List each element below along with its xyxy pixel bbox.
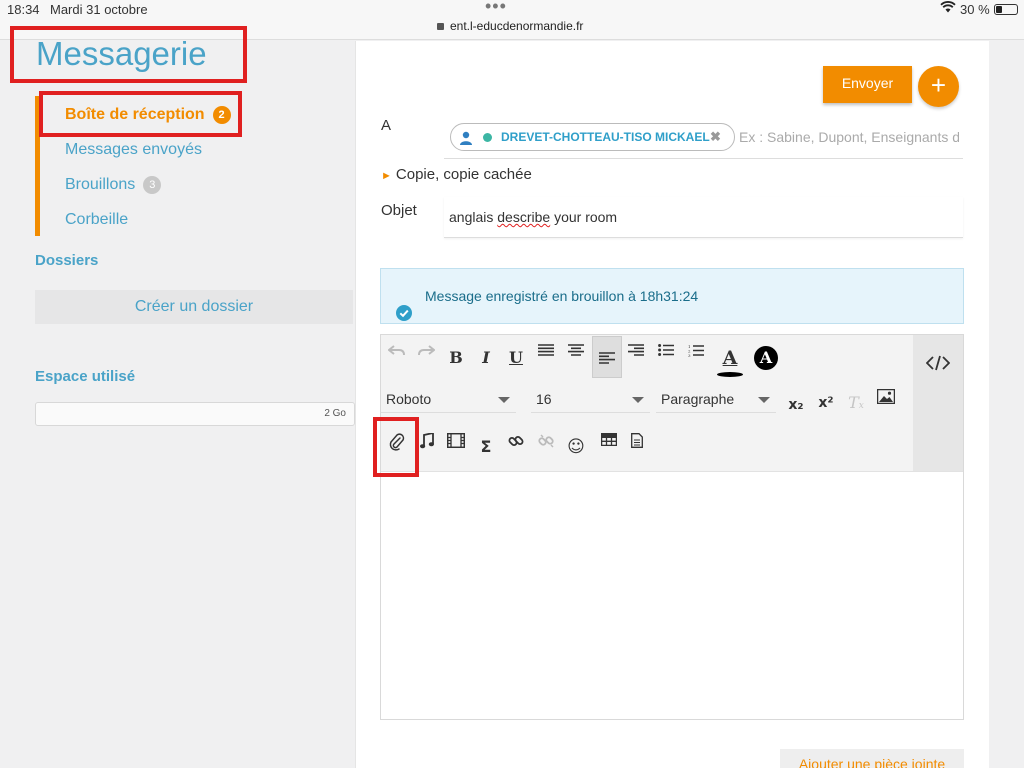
storage-total: 2 Go — [324, 408, 346, 419]
check-circle-icon — [396, 289, 412, 321]
undo-icon[interactable] — [384, 344, 410, 372]
multitask-dots-icon[interactable]: ••• — [485, 0, 507, 17]
remove-recipient-icon[interactable]: ✖ — [710, 124, 721, 150]
add-attachment-button[interactable]: Ajouter une pièce jointe — [780, 749, 964, 768]
subject-field[interactable]: anglais describe your room — [444, 197, 963, 238]
subscript-button[interactable]: x₂ — [783, 391, 809, 419]
toolbar-side-panel — [913, 335, 963, 471]
storage-usage-bar: 2 Go — [35, 402, 355, 426]
italic-button[interactable]: I — [473, 344, 499, 372]
new-message-button[interactable]: + — [918, 66, 959, 107]
draft-saved-notice: Message enregistré en brouillon à 18h31:… — [380, 268, 964, 324]
chevron-down-icon — [758, 397, 770, 403]
clock: 18:34 — [7, 2, 40, 17]
draft-saved-text: Message enregistré en brouillon à 18h31:… — [425, 288, 699, 304]
table-icon[interactable] — [596, 433, 622, 461]
align-right-icon[interactable] — [623, 344, 649, 372]
text-color-icon[interactable]: A — [717, 344, 743, 377]
source-code-icon[interactable] — [925, 355, 951, 383]
svg-text:3: 3 — [688, 353, 691, 358]
to-label: A — [381, 117, 392, 134]
block-format-select[interactable]: Paragraphe — [656, 387, 776, 413]
lock-icon — [437, 23, 444, 30]
clear-formatting-icon[interactable]: Tx — [843, 389, 869, 417]
cc-bcc-label: Copie, copie cachée — [395, 166, 532, 183]
align-left-icon[interactable] — [592, 336, 622, 378]
unlink-icon[interactable] — [533, 433, 559, 461]
emoji-icon[interactable]: ☺ — [563, 433, 589, 461]
sidebar-item-label: Corbeille — [65, 211, 129, 228]
recipient-name: DREVET-CHOTTEAU-TISO MICKAEL — [501, 130, 710, 144]
create-folder-button[interactable]: Créer un dossier — [35, 290, 353, 324]
chevron-down-icon — [632, 397, 644, 403]
font-size-value: 16 — [536, 391, 552, 407]
cc-bcc-toggle[interactable]: ► Copie, copie cachée — [381, 166, 532, 183]
subject-label: Objet — [381, 202, 417, 219]
date: Mardi 31 octobre — [50, 2, 148, 17]
battery-percent: 30 % — [960, 2, 990, 17]
sidebar-item-label: Brouillons — [65, 176, 136, 193]
storage-heading: Espace utilisé — [35, 368, 136, 385]
sidebar-item-sent[interactable]: Messages envoyés — [65, 141, 202, 159]
rich-text-editor: B I U 123 A A Roboto 16 Paragraphe x₂ x²… — [380, 334, 964, 720]
align-justify-icon[interactable] — [533, 344, 559, 372]
clear-x: x — [858, 401, 864, 411]
to-field-underline — [444, 158, 963, 159]
url-bar[interactable]: ent.l-educdenormandie.fr — [437, 19, 583, 33]
sidebar-item-drafts[interactable]: Brouillons 3 — [65, 176, 162, 194]
link-icon[interactable] — [503, 433, 529, 461]
bold-button[interactable]: B — [443, 344, 469, 372]
highlight-box-title — [10, 26, 247, 83]
user-icon — [458, 129, 474, 145]
font-family-value: Roboto — [386, 391, 432, 407]
font-size-select[interactable]: 16 — [531, 387, 650, 413]
color-swatch — [717, 372, 743, 377]
text-color-letter: A — [722, 347, 738, 369]
battery-level — [996, 6, 1002, 13]
subject-text: your room — [550, 209, 618, 225]
align-center-icon[interactable] — [563, 344, 589, 372]
recipient-search-input[interactable] — [739, 127, 959, 147]
font-family-select[interactable]: Roboto — [381, 387, 516, 413]
battery-icon — [994, 4, 1018, 15]
block-format-value: Paragraphe — [661, 391, 735, 407]
online-status-dot — [483, 133, 492, 142]
underline-button[interactable]: U — [503, 344, 529, 372]
background-color-icon[interactable]: A — [753, 344, 779, 372]
redo-icon[interactable] — [413, 344, 439, 372]
sidebar-item-label: Messages envoyés — [65, 141, 202, 158]
clear-formatting-letter: T — [848, 393, 859, 412]
expand-arrow-icon: ► — [381, 170, 392, 182]
bullet-list-icon[interactable] — [653, 344, 679, 372]
subject-text-misspelled: describe — [497, 209, 551, 225]
numbered-list-icon[interactable]: 123 — [683, 344, 709, 372]
subject-text: anglais — [449, 209, 498, 225]
sidebar-item-trash[interactable]: Corbeille — [65, 211, 128, 229]
folders-heading: Dossiers — [35, 252, 99, 269]
background-color-letter: A — [754, 346, 778, 370]
wifi-icon — [940, 1, 956, 16]
highlight-box-inbox — [39, 91, 242, 137]
editor-content-area[interactable] — [381, 471, 963, 719]
highlight-box-attachment — [373, 417, 419, 477]
drafts-count-badge: 3 — [143, 176, 162, 194]
chevron-down-icon — [498, 397, 510, 403]
image-icon[interactable] — [873, 389, 899, 417]
superscript-button[interactable]: x² — [813, 389, 839, 417]
editor-toolbar: B I U 123 A A Roboto 16 Paragraphe x₂ x²… — [381, 335, 913, 471]
video-icon[interactable] — [443, 433, 469, 461]
send-button[interactable]: Envoyer — [823, 66, 912, 103]
url-text: ent.l-educdenormandie.fr — [450, 19, 584, 33]
template-document-icon[interactable] — [624, 433, 650, 461]
recipient-chip[interactable]: DREVET-CHOTTEAU-TISO MICKAEL ✖ — [450, 123, 735, 151]
formula-sigma-icon[interactable]: Σ — [473, 433, 499, 461]
